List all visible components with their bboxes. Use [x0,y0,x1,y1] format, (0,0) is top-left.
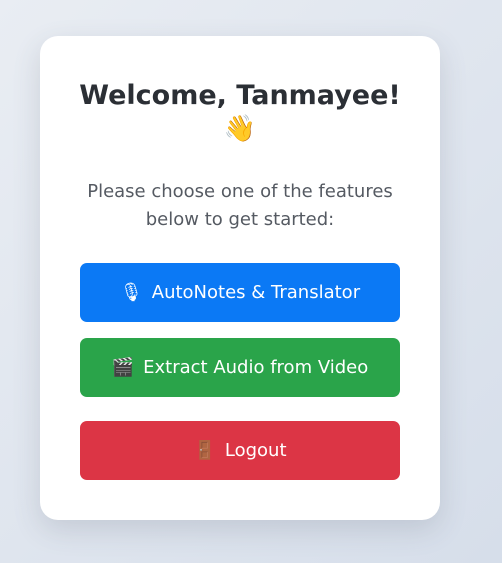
waving-hand-icon: 👋 [223,114,257,144]
instructions-text: Please choose one of the features below … [87,181,393,230]
door-icon: 🚪 [193,439,216,461]
extract-audio-label: Extract Audio from Video [143,357,369,378]
microphone-icon: 🎙 [119,281,143,303]
clapper-board-icon: 🎬 [111,356,135,378]
autonotes-translator-button[interactable]: 🎙 AutoNotes & Translator [80,263,400,322]
extract-audio-button[interactable]: 🎬 Extract Audio from Video [80,338,400,397]
autonotes-translator-label: AutoNotes & Translator [151,282,361,303]
logout-button[interactable]: 🚪 Logout [80,421,400,480]
logout-label: Logout [224,440,287,461]
welcome-card: Welcome, Tanmayee! 👋 Please choose one o… [40,36,440,520]
welcome-title: Welcome, Tanmayee! [79,80,401,111]
